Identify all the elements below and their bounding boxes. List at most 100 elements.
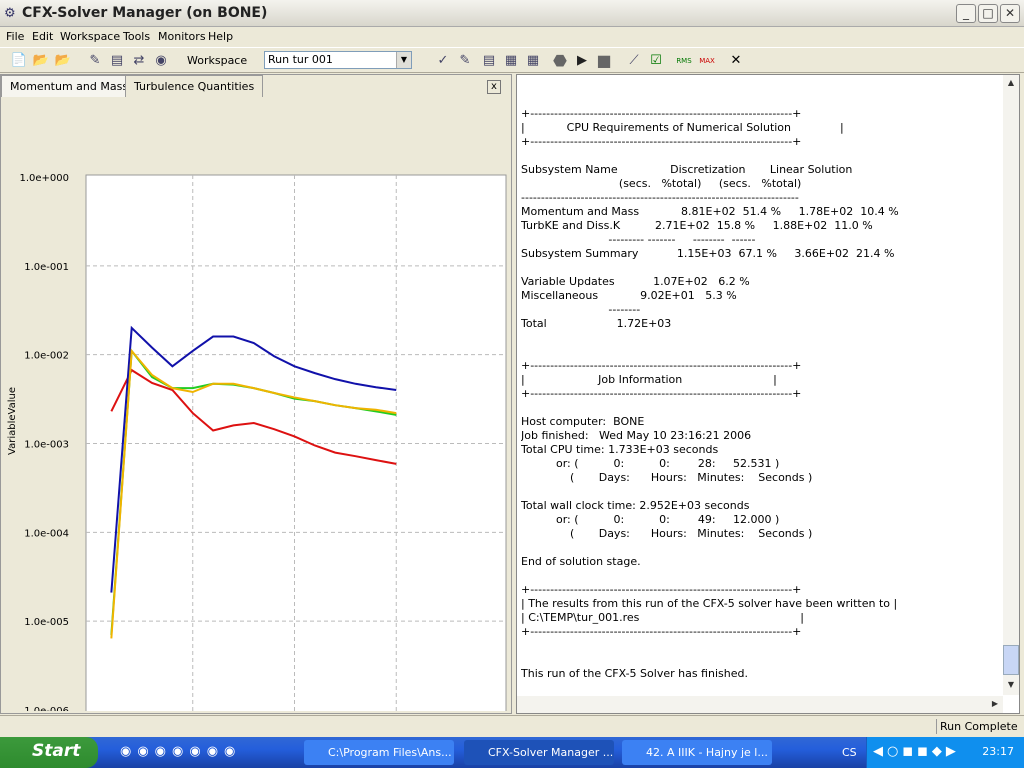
output-line: Total 1.72E+03 bbox=[521, 317, 672, 330]
output-line: Variable Updates 1.07E+02 6.2 % bbox=[521, 275, 750, 288]
chevron-down-icon[interactable]: ▼ bbox=[396, 52, 411, 68]
maximize-button[interactable]: □ bbox=[978, 4, 998, 23]
close-tab-icon[interactable]: x bbox=[487, 80, 501, 94]
rms-icon[interactable]: RMS bbox=[675, 52, 693, 70]
task-media-player[interactable]: 42. A IIIK - Hajny je l... bbox=[622, 740, 772, 765]
solver-output-panel: +---------------------------------------… bbox=[516, 74, 1020, 714]
output-line: or: ( 0: 0: 28: 52.531 ) bbox=[521, 457, 780, 470]
new-icon[interactable]: 📄 bbox=[10, 52, 28, 70]
solver-output-text: +---------------------------------------… bbox=[521, 107, 1005, 681]
start-button[interactable]: Start bbox=[0, 737, 98, 768]
menu-file[interactable]: File bbox=[6, 30, 24, 43]
save-icon[interactable]: ▤ bbox=[108, 52, 126, 70]
app-icon: ⚙ bbox=[4, 6, 16, 21]
output-line: +---------------------------------------… bbox=[521, 359, 802, 372]
output-line: +---------------------------------------… bbox=[521, 135, 802, 148]
max-icon[interactable]: MAX bbox=[698, 52, 716, 70]
y-tick-label: 1.0e-006 bbox=[24, 706, 69, 711]
output-line: Momentum and Mass 8.81E+02 51.4 % 1.78E+… bbox=[521, 205, 899, 218]
output-line: Host computer: BONE bbox=[521, 415, 645, 428]
output-line: End of solution stage. bbox=[521, 555, 641, 568]
menu-monitors[interactable]: Monitors bbox=[158, 30, 206, 43]
open-results-icon[interactable]: 📂 bbox=[54, 52, 72, 70]
output-line: +---------------------------------------… bbox=[521, 583, 802, 596]
system-tray: ◀○◼◼◆▶ 23:17 bbox=[866, 737, 1024, 768]
title-bar: ⚙ CFX-Solver Manager (on BONE) _ □ ✕ bbox=[0, 0, 1024, 27]
tab-turbulence-quantities[interactable]: Turbulence Quantities bbox=[125, 75, 264, 97]
output-line: +---------------------------------------… bbox=[521, 387, 802, 400]
output-line: Subsystem Name Discretization Linear Sol… bbox=[521, 163, 853, 176]
status-bar: Run Complete bbox=[0, 715, 1024, 736]
close-monitor-icon[interactable]: ✕ bbox=[727, 52, 745, 70]
vertical-scrollbar[interactable]: ▲ ▼ bbox=[1003, 75, 1019, 695]
output-line: Miscellaneous 9.02E+01 5.3 % bbox=[521, 289, 737, 302]
check-icon[interactable]: ✓ bbox=[434, 52, 452, 70]
output-line: +---------------------------------------… bbox=[521, 625, 802, 638]
stop-icon[interactable]: ■ bbox=[595, 52, 613, 70]
output-line: ( Days: Hours: Minutes: Seconds ) bbox=[521, 471, 813, 484]
open-icon[interactable]: 📂 bbox=[32, 52, 50, 70]
scroll-up-icon[interactable]: ▲ bbox=[1003, 75, 1019, 91]
stop-sign-icon[interactable]: ⬣ bbox=[551, 52, 569, 70]
toolbar: 📄 📂 📂 ✎ ▤ ⇄ ◉ Workspace Run tur 001 ▼ ✓ … bbox=[0, 47, 1024, 73]
workspace-select[interactable]: Run tur 001 ▼ bbox=[264, 51, 412, 69]
window-title: CFX-Solver Manager (on BONE) bbox=[22, 5, 268, 21]
menu-workspace[interactable]: Workspace bbox=[60, 30, 120, 43]
horizontal-scrollbar[interactable]: ▶ bbox=[517, 696, 1003, 713]
task-command-prompt[interactable]: C:\Program Files\Ans... bbox=[304, 740, 454, 765]
output-line: | CPU Requirements of Numerical Solution… bbox=[521, 121, 844, 134]
edit-check-icon[interactable]: ☑ bbox=[647, 52, 665, 70]
monitor-panel: Momentum and Mass Turbulence Quantities … bbox=[0, 74, 512, 714]
output-line: --------- ------- -------- ------ bbox=[521, 233, 756, 246]
text-view-icon[interactable]: ▤ bbox=[480, 52, 498, 70]
y-tick-label: 1.0e-005 bbox=[24, 617, 69, 628]
output-line: +---------------------------------------… bbox=[521, 107, 802, 120]
view-icon[interactable]: ◉ bbox=[152, 52, 170, 70]
output-line: -------- bbox=[521, 303, 641, 316]
scroll-right-icon[interactable]: ▶ bbox=[987, 696, 1003, 712]
output-line: Subsystem Summary 1.15E+03 67.1 % 3.66E+… bbox=[521, 247, 895, 260]
menu-edit[interactable]: Edit bbox=[32, 30, 53, 43]
layout-icon[interactable]: ▦ bbox=[502, 52, 520, 70]
task-cfx-solver-manager[interactable]: CFX-Solver Manager ... bbox=[464, 740, 614, 765]
output-line: | Job Information | bbox=[521, 373, 777, 386]
output-line: This run of the CFX-5 Solver has finishe… bbox=[521, 667, 748, 680]
output-line: ----------------------------------------… bbox=[521, 191, 799, 204]
output-line: Total wall clock time: 2.952E+03 seconds bbox=[521, 499, 750, 512]
y-tick-label: 1.0e-001 bbox=[24, 262, 69, 273]
layout-open-icon[interactable]: ▦ bbox=[524, 52, 542, 70]
edit-icon[interactable]: ✎ bbox=[86, 52, 104, 70]
y-tick-label: 1.0e-003 bbox=[24, 440, 69, 451]
clock: 23:17 bbox=[982, 745, 1014, 758]
swap-icon[interactable]: ⇄ bbox=[130, 52, 148, 70]
tab-momentum-and-mass[interactable]: Momentum and Mass bbox=[1, 75, 138, 97]
output-line: Job finished: Wed May 10 23:16:21 2006 bbox=[521, 429, 752, 442]
play-icon[interactable]: ▶ bbox=[573, 52, 591, 70]
scroll-thumb[interactable] bbox=[1003, 645, 1019, 675]
quick-launch-icons[interactable]: ◉◉◉◉◉◉◉ bbox=[120, 744, 241, 759]
menu-tools[interactable]: Tools bbox=[123, 30, 150, 43]
minimize-button[interactable]: _ bbox=[956, 4, 976, 23]
output-line: TurbKE and Diss.K 2.71E+02 15.8 % 1.88E+… bbox=[521, 219, 873, 232]
language-indicator[interactable]: CS bbox=[842, 746, 857, 759]
close-button[interactable]: ✕ bbox=[1000, 4, 1020, 23]
menu-help[interactable]: Help bbox=[208, 30, 233, 43]
taskbar: Start ◉◉◉◉◉◉◉ C:\Program Files\Ans... CF… bbox=[0, 737, 1024, 768]
scroll-down-icon[interactable]: ▼ bbox=[1003, 677, 1019, 693]
new-plot-icon[interactable]: ✎ bbox=[456, 52, 474, 70]
edit-monitor-icon[interactable]: ⟋ bbox=[625, 52, 643, 70]
y-axis-label: VariableValue bbox=[7, 387, 18, 455]
output-line: or: ( 0: 0: 49: 12.000 ) bbox=[521, 513, 780, 526]
tray-icons[interactable]: ◀○◼◼◆▶ bbox=[873, 744, 960, 759]
run-status: Run Complete bbox=[936, 719, 1021, 734]
y-tick-label: 1.0e+000 bbox=[19, 173, 69, 184]
